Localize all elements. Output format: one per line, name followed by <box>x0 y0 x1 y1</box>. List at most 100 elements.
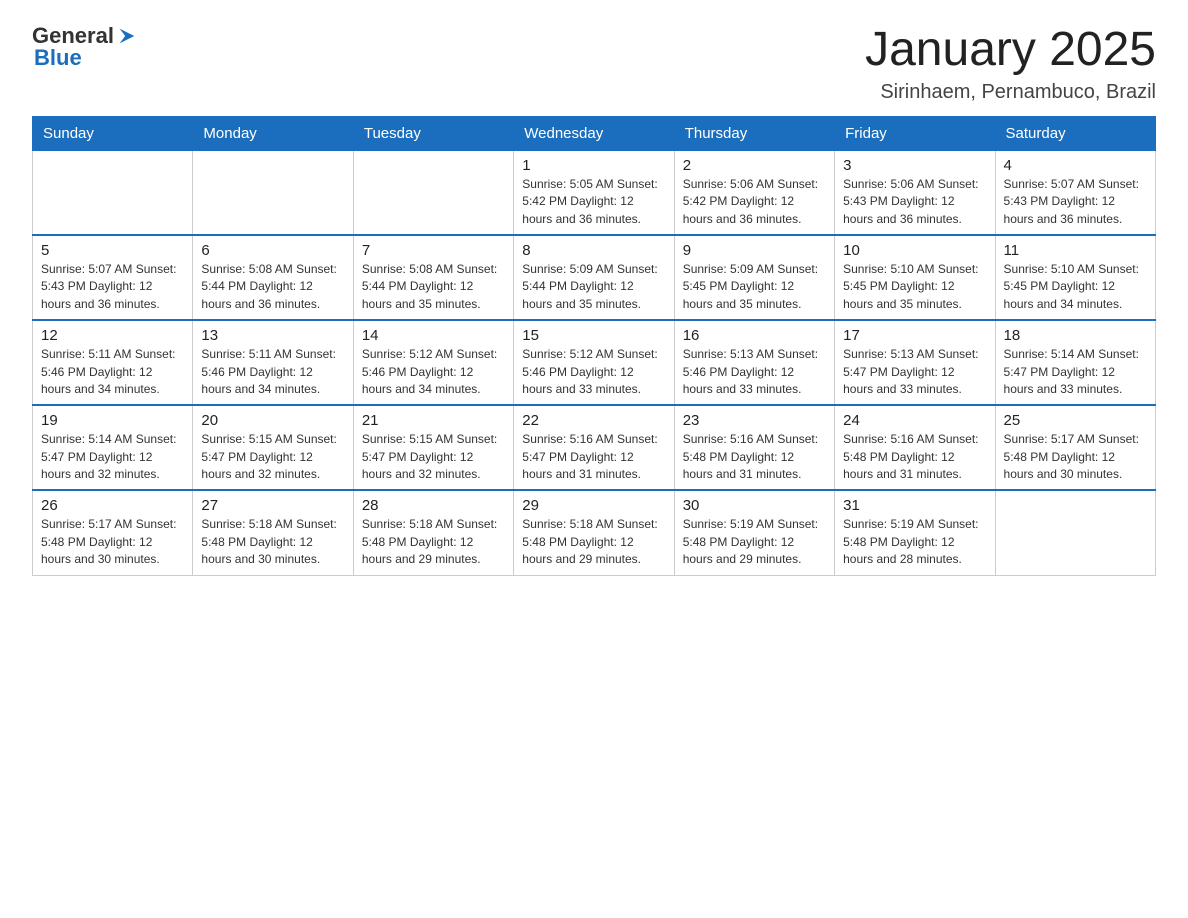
calendar-cell: 10 Sunrise: 5:10 AM Sunset: 5:45 PM Dayli… <box>835 235 995 320</box>
calendar-cell: 28 Sunrise: 5:18 AM Sunset: 5:48 PM Dayli… <box>353 490 513 575</box>
day-number: 12 <box>41 327 184 344</box>
calendar-cell: 30 Sunrise: 5:19 AM Sunset: 5:48 PM Dayli… <box>674 490 834 575</box>
calendar-cell <box>33 150 193 235</box>
day-number: 9 <box>683 242 826 259</box>
calendar-week-row: 26 Sunrise: 5:17 AM Sunset: 5:48 PM Dayli… <box>33 490 1156 575</box>
calendar-cell: 8 Sunrise: 5:09 AM Sunset: 5:44 PM Daylig… <box>514 235 674 320</box>
location: Sirinhaem, Pernambuco, Brazil <box>865 81 1156 104</box>
day-info: Sunrise: 5:11 AM Sunset: 5:46 PM Dayligh… <box>201 346 344 398</box>
day-info: Sunrise: 5:15 AM Sunset: 5:47 PM Dayligh… <box>201 431 344 483</box>
calendar-cell: 7 Sunrise: 5:08 AM Sunset: 5:44 PM Daylig… <box>353 235 513 320</box>
calendar-header-row: SundayMondayTuesdayWednesdayThursdayFrid… <box>33 116 1156 150</box>
calendar-cell: 17 Sunrise: 5:13 AM Sunset: 5:47 PM Dayli… <box>835 320 995 405</box>
day-number: 30 <box>683 497 826 514</box>
day-number: 23 <box>683 412 826 429</box>
day-info: Sunrise: 5:19 AM Sunset: 5:48 PM Dayligh… <box>843 516 986 568</box>
day-info: Sunrise: 5:18 AM Sunset: 5:48 PM Dayligh… <box>362 516 505 568</box>
calendar-week-row: 12 Sunrise: 5:11 AM Sunset: 5:46 PM Dayli… <box>33 320 1156 405</box>
calendar-week-row: 19 Sunrise: 5:14 AM Sunset: 5:47 PM Dayli… <box>33 405 1156 490</box>
day-info: Sunrise: 5:13 AM Sunset: 5:46 PM Dayligh… <box>683 346 826 398</box>
day-number: 13 <box>201 327 344 344</box>
day-info: Sunrise: 5:05 AM Sunset: 5:42 PM Dayligh… <box>522 176 665 228</box>
day-info: Sunrise: 5:11 AM Sunset: 5:46 PM Dayligh… <box>41 346 184 398</box>
calendar-cell: 25 Sunrise: 5:17 AM Sunset: 5:48 PM Dayli… <box>995 405 1155 490</box>
column-header-friday: Friday <box>835 116 995 150</box>
day-info: Sunrise: 5:18 AM Sunset: 5:48 PM Dayligh… <box>522 516 665 568</box>
day-number: 4 <box>1004 157 1147 174</box>
calendar-week-row: 1 Sunrise: 5:05 AM Sunset: 5:42 PM Daylig… <box>33 150 1156 235</box>
day-info: Sunrise: 5:07 AM Sunset: 5:43 PM Dayligh… <box>1004 176 1147 228</box>
day-number: 21 <box>362 412 505 429</box>
day-number: 1 <box>522 157 665 174</box>
calendar-cell: 5 Sunrise: 5:07 AM Sunset: 5:43 PM Daylig… <box>33 235 193 320</box>
day-number: 6 <box>201 242 344 259</box>
day-number: 14 <box>362 327 505 344</box>
day-info: Sunrise: 5:17 AM Sunset: 5:48 PM Dayligh… <box>1004 431 1147 483</box>
logo: General Blue <box>32 24 138 70</box>
day-info: Sunrise: 5:10 AM Sunset: 5:45 PM Dayligh… <box>843 261 986 313</box>
day-info: Sunrise: 5:16 AM Sunset: 5:48 PM Dayligh… <box>683 431 826 483</box>
calendar-week-row: 5 Sunrise: 5:07 AM Sunset: 5:43 PM Daylig… <box>33 235 1156 320</box>
page-header: General Blue January 2025 Sirinhaem, Per… <box>32 24 1156 104</box>
day-info: Sunrise: 5:14 AM Sunset: 5:47 PM Dayligh… <box>41 431 184 483</box>
day-number: 25 <box>1004 412 1147 429</box>
calendar-cell <box>353 150 513 235</box>
day-info: Sunrise: 5:16 AM Sunset: 5:47 PM Dayligh… <box>522 431 665 483</box>
calendar-cell <box>995 490 1155 575</box>
calendar-cell: 22 Sunrise: 5:16 AM Sunset: 5:47 PM Dayli… <box>514 405 674 490</box>
day-info: Sunrise: 5:06 AM Sunset: 5:43 PM Dayligh… <box>843 176 986 228</box>
day-number: 24 <box>843 412 986 429</box>
calendar-cell: 31Sunrise: 5:19 AM Sunset: 5:48 PM Dayli… <box>835 490 995 575</box>
day-number: 20 <box>201 412 344 429</box>
calendar-cell: 14Sunrise: 5:12 AM Sunset: 5:46 PM Dayli… <box>353 320 513 405</box>
day-info: Sunrise: 5:08 AM Sunset: 5:44 PM Dayligh… <box>362 261 505 313</box>
day-info: Sunrise: 5:10 AM Sunset: 5:45 PM Dayligh… <box>1004 261 1147 313</box>
calendar-cell: 9 Sunrise: 5:09 AM Sunset: 5:45 PM Daylig… <box>674 235 834 320</box>
calendar-cell: 24Sunrise: 5:16 AM Sunset: 5:48 PM Dayli… <box>835 405 995 490</box>
day-info: Sunrise: 5:07 AM Sunset: 5:43 PM Dayligh… <box>41 261 184 313</box>
calendar-cell: 23 Sunrise: 5:16 AM Sunset: 5:48 PM Dayli… <box>674 405 834 490</box>
day-number: 18 <box>1004 327 1147 344</box>
calendar-cell: 27Sunrise: 5:18 AM Sunset: 5:48 PM Dayli… <box>193 490 353 575</box>
day-number: 10 <box>843 242 986 259</box>
day-number: 11 <box>1004 242 1147 259</box>
day-info: Sunrise: 5:19 AM Sunset: 5:48 PM Dayligh… <box>683 516 826 568</box>
day-info: Sunrise: 5:06 AM Sunset: 5:42 PM Dayligh… <box>683 176 826 228</box>
title-block: January 2025 Sirinhaem, Pernambuco, Braz… <box>865 24 1156 104</box>
month-title: January 2025 <box>865 24 1156 77</box>
calendar-cell: 15 Sunrise: 5:12 AM Sunset: 5:46 PM Dayli… <box>514 320 674 405</box>
day-number: 22 <box>522 412 665 429</box>
day-number: 8 <box>522 242 665 259</box>
day-info: Sunrise: 5:17 AM Sunset: 5:48 PM Dayligh… <box>41 516 184 568</box>
logo-arrow-icon <box>116 25 138 47</box>
calendar-cell: 1 Sunrise: 5:05 AM Sunset: 5:42 PM Daylig… <box>514 150 674 235</box>
calendar-cell: 26 Sunrise: 5:17 AM Sunset: 5:48 PM Dayli… <box>33 490 193 575</box>
day-number: 7 <box>362 242 505 259</box>
column-header-wednesday: Wednesday <box>514 116 674 150</box>
logo-text-blue: Blue <box>32 46 138 70</box>
calendar-cell: 13 Sunrise: 5:11 AM Sunset: 5:46 PM Dayli… <box>193 320 353 405</box>
calendar-cell: 2 Sunrise: 5:06 AM Sunset: 5:42 PM Daylig… <box>674 150 834 235</box>
day-number: 17 <box>843 327 986 344</box>
day-number: 28 <box>362 497 505 514</box>
calendar-cell: 6 Sunrise: 5:08 AM Sunset: 5:44 PM Daylig… <box>193 235 353 320</box>
day-info: Sunrise: 5:13 AM Sunset: 5:47 PM Dayligh… <box>843 346 986 398</box>
day-number: 26 <box>41 497 184 514</box>
column-header-saturday: Saturday <box>995 116 1155 150</box>
day-number: 5 <box>41 242 184 259</box>
calendar-cell: 21Sunrise: 5:15 AM Sunset: 5:47 PM Dayli… <box>353 405 513 490</box>
calendar-cell: 3 Sunrise: 5:06 AM Sunset: 5:43 PM Daylig… <box>835 150 995 235</box>
day-number: 19 <box>41 412 184 429</box>
column-header-thursday: Thursday <box>674 116 834 150</box>
day-info: Sunrise: 5:09 AM Sunset: 5:44 PM Dayligh… <box>522 261 665 313</box>
calendar-cell: 16Sunrise: 5:13 AM Sunset: 5:46 PM Dayli… <box>674 320 834 405</box>
day-info: Sunrise: 5:12 AM Sunset: 5:46 PM Dayligh… <box>522 346 665 398</box>
day-info: Sunrise: 5:08 AM Sunset: 5:44 PM Dayligh… <box>201 261 344 313</box>
day-number: 2 <box>683 157 826 174</box>
day-number: 29 <box>522 497 665 514</box>
day-number: 15 <box>522 327 665 344</box>
day-info: Sunrise: 5:18 AM Sunset: 5:48 PM Dayligh… <box>201 516 344 568</box>
day-info: Sunrise: 5:09 AM Sunset: 5:45 PM Dayligh… <box>683 261 826 313</box>
calendar-cell: 29 Sunrise: 5:18 AM Sunset: 5:48 PM Dayli… <box>514 490 674 575</box>
day-number: 3 <box>843 157 986 174</box>
